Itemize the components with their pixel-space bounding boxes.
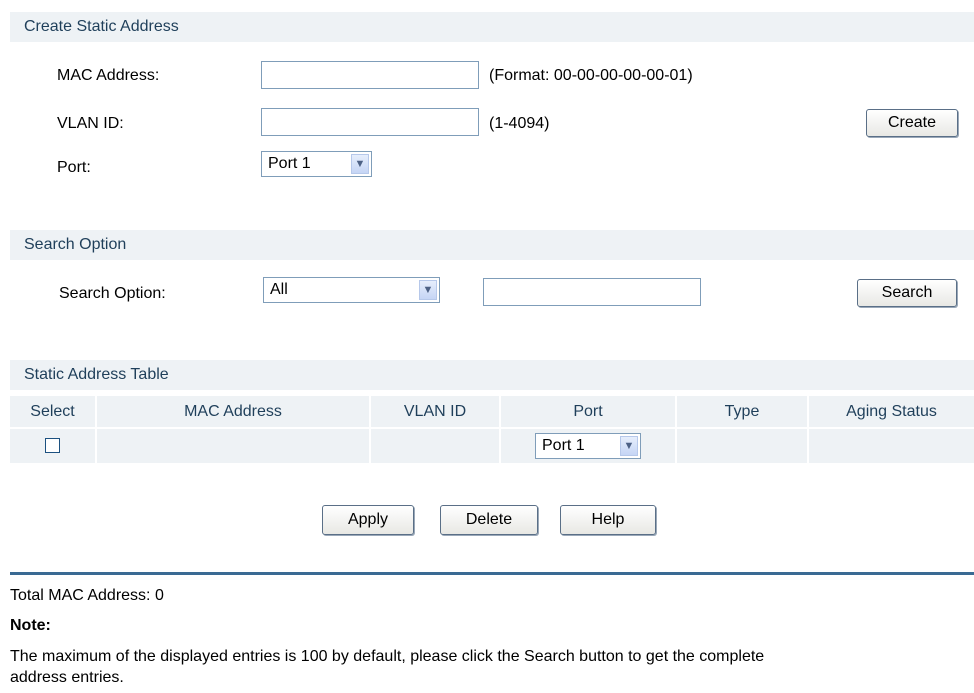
- vlan-id-label: VLAN ID:: [57, 115, 124, 132]
- column-header-type: Type: [676, 396, 809, 429]
- search-option-header: Search Option: [10, 230, 974, 260]
- create-button[interactable]: Create: [866, 109, 958, 137]
- row-port-select[interactable]: Port 1 ▼: [535, 433, 641, 459]
- table-row: Port 1 ▼: [10, 428, 974, 463]
- search-option-select-value: All: [270, 281, 288, 298]
- vlan-id-input[interactable]: [261, 108, 479, 136]
- row-port-select-value: Port 1: [542, 437, 585, 454]
- port-cell: Port 1 ▼: [500, 428, 677, 463]
- apply-button[interactable]: Apply: [322, 505, 414, 535]
- mac-address-label: MAC Address:: [57, 67, 160, 84]
- create-static-address-header: Create Static Address: [10, 12, 974, 42]
- table-header-row: Select MAC Address VLAN ID Port Type Agi…: [10, 396, 974, 429]
- port-select[interactable]: Port 1 ▼: [261, 151, 372, 177]
- chevron-down-icon[interactable]: ▼: [620, 436, 638, 456]
- column-header-select: Select: [10, 396, 97, 429]
- vlan-id-cell: [370, 428, 501, 463]
- column-header-mac-address: MAC Address: [96, 396, 371, 429]
- help-button[interactable]: Help: [560, 505, 656, 535]
- type-cell: [676, 428, 809, 463]
- note-text-line-1: The maximum of the displayed entries is …: [10, 648, 765, 665]
- chevron-down-icon[interactable]: ▼: [419, 280, 437, 300]
- search-value-input[interactable]: [483, 278, 701, 306]
- note-text-line-2: address entries.: [10, 669, 124, 686]
- column-header-port: Port: [500, 396, 677, 429]
- mac-address-input[interactable]: [261, 61, 479, 89]
- port-label: Port:: [57, 159, 91, 176]
- row-select-checkbox[interactable]: [45, 438, 60, 454]
- static-address-table-header: Static Address Table: [10, 360, 974, 390]
- section-divider: [10, 572, 974, 575]
- select-cell: [10, 428, 97, 463]
- vlan-id-range-hint: (1-4094): [489, 115, 550, 132]
- chevron-down-icon[interactable]: ▼: [351, 154, 369, 174]
- port-select-value: Port 1: [268, 155, 311, 172]
- search-option-select[interactable]: All ▼: [263, 277, 440, 303]
- note-title: Note:: [10, 617, 51, 634]
- static-address-table: Select MAC Address VLAN ID Port Type Agi…: [10, 396, 974, 463]
- total-mac-address-count: Total MAC Address: 0: [10, 587, 164, 604]
- search-option-label: Search Option:: [59, 285, 166, 302]
- mac-address-cell: [96, 428, 371, 463]
- column-header-vlan-id: VLAN ID: [370, 396, 501, 429]
- column-header-aging-status: Aging Status: [808, 396, 974, 429]
- mac-address-format-hint: (Format: 00-00-00-00-00-01): [489, 67, 693, 84]
- delete-button[interactable]: Delete: [440, 505, 538, 535]
- aging-status-cell: [808, 428, 974, 463]
- search-button[interactable]: Search: [857, 279, 957, 307]
